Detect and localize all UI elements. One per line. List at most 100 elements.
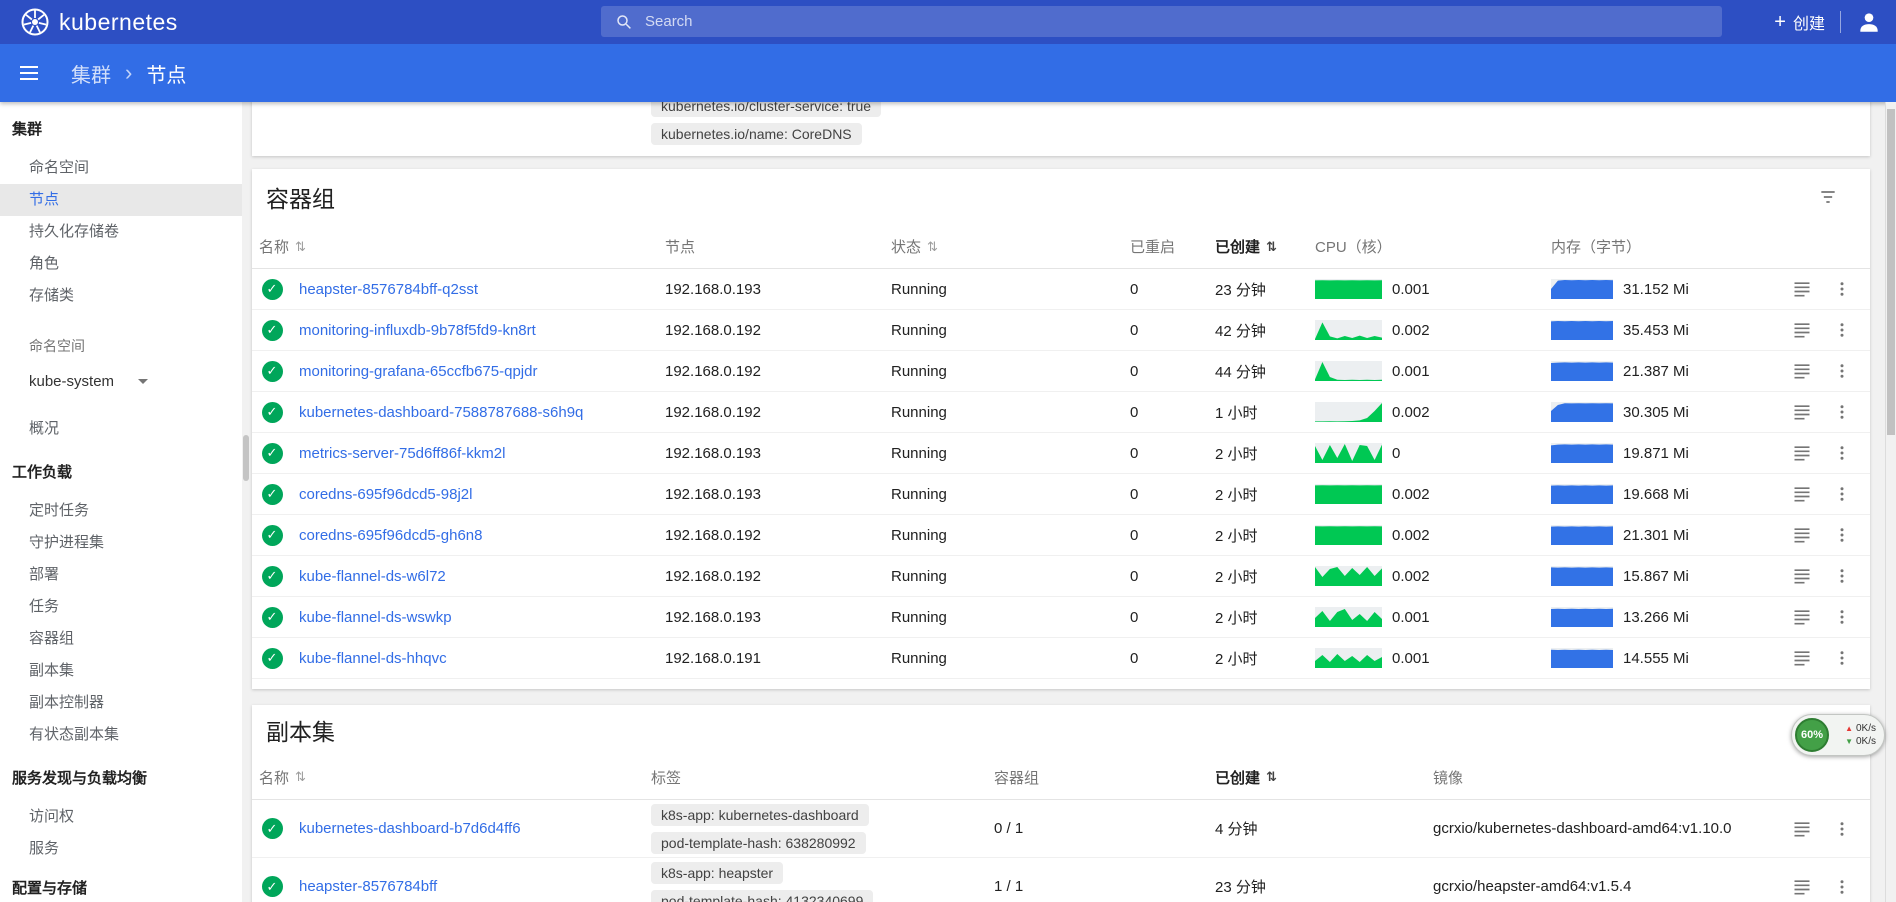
sidebar-item-services[interactable]: 服务 [0,833,242,865]
sidebar-item-pods[interactable]: 容器组 [0,623,242,655]
pod-name-link[interactable]: coredns-695f96dcd5-98j2l [292,486,658,503]
logs-icon[interactable] [1782,525,1822,545]
table-row[interactable]: ✓ kubernetes-dashboard-b7d6d4ff6 k8s-app… [252,800,1870,858]
table-row[interactable]: ✓ coredns-695f96dcd5-gh6n8 192.168.0.192… [252,515,1870,556]
logs-icon[interactable] [1782,566,1822,586]
search-bar[interactable] [601,6,1722,37]
row-menu-kebab-icon[interactable] [1822,567,1862,585]
table-row[interactable]: ✓ kube-flannel-ds-hhqvc 192.168.0.191 Ru… [252,638,1870,679]
create-button[interactable]: + 创建 [1774,10,1825,34]
pod-name-link[interactable]: coredns-695f96dcd5-gh6n8 [292,527,658,544]
table-row[interactable]: ✓ kubernetes-dashboard-7588787688-s6h9q … [252,392,1870,433]
filter-icon[interactable] [1818,187,1838,207]
replicaset-pods: 0 / 1 [987,820,1208,837]
row-menu-kebab-icon[interactable] [1822,878,1862,896]
pod-name-link[interactable]: monitoring-grafana-65ccfb675-qpjdr [292,363,658,380]
logs-icon[interactable] [1782,819,1822,839]
sidebar-item-nodes[interactable]: 节点 [0,184,242,216]
pod-name-link[interactable]: kubernetes-dashboard-7588787688-s6h9q [292,404,658,421]
replicaset-name-link[interactable]: heapster-8576784bff [292,878,644,895]
cpu-value: 0.002 [1392,404,1430,421]
sidebar-item-namespaces[interactable]: 命名空间 [0,152,242,184]
status-ok-icon: ✓ [262,320,283,341]
logs-icon[interactable] [1782,402,1822,422]
table-row[interactable]: ✓ heapster-8576784bff-q2sst 192.168.0.19… [252,269,1870,310]
sidebar-item-deployments[interactable]: 部署 [0,559,242,591]
row-menu-kebab-icon[interactable] [1822,321,1862,339]
table-row[interactable]: ✓ metrics-server-75d6ff86f-kkm2l 192.168… [252,433,1870,474]
menu-hamburger-icon[interactable] [17,61,41,85]
column-label: 节点 [665,236,695,257]
speed-monitor-overlay[interactable]: 60% ▲ 0K/s ▼ 0K/s [1791,714,1885,756]
pod-name-link[interactable]: metrics-server-75d6ff86f-kkm2l [292,445,658,462]
cpu-value: 0.001 [1392,363,1430,380]
logs-icon[interactable] [1782,361,1822,381]
sidebar-item-cron-jobs[interactable]: 定时任务 [0,495,242,527]
discovery-section-title: 服务发现与负载均衡 [0,763,242,795]
column-header-node[interactable]: 节点 [658,236,884,257]
search-input[interactable] [643,12,1722,31]
pod-status: Running [884,404,1123,421]
row-menu-kebab-icon[interactable] [1822,362,1862,380]
row-menu-kebab-icon[interactable] [1822,820,1862,838]
row-menu-kebab-icon[interactable] [1822,649,1862,667]
sidebar-item-roles[interactable]: 角色 [0,248,242,280]
table-row[interactable]: ✓ kube-flannel-ds-w6l72 192.168.0.192 Ru… [252,556,1870,597]
replicaset-name-link[interactable]: kubernetes-dashboard-b7d6d4ff6 [292,820,644,837]
row-menu-kebab-icon[interactable] [1822,526,1862,544]
sidebar-item-storage-classes[interactable]: 存储类 [0,280,242,312]
namespace-select[interactable]: kube-system [0,365,242,397]
row-menu-kebab-icon[interactable] [1822,608,1862,626]
pod-name-link[interactable]: monitoring-influxdb-9b78f5fd9-kn8rt [292,322,658,339]
logs-icon[interactable] [1782,607,1822,627]
row-menu-kebab-icon[interactable] [1822,403,1862,421]
sort-icon: ⇅ [1266,239,1277,255]
breadcrumb-cluster[interactable]: 集群 [71,59,111,88]
sidebar-item-persistent-volumes[interactable]: 持久化存储卷 [0,216,242,248]
column-header-restarts[interactable]: 已重启 [1123,236,1208,257]
table-row[interactable]: ✓ coredns-695f96dcd5-98j2l 192.168.0.193… [252,474,1870,515]
table-row[interactable]: ✓ heapster-8576784bff k8s-app: heapsterp… [252,858,1870,902]
memory-sparkline [1551,402,1613,422]
row-menu-kebab-icon[interactable] [1822,444,1862,462]
label-chip: pod-template-hash: 638280992 [651,832,866,854]
table-row[interactable]: ✓ monitoring-influxdb-9b78f5fd9-kn8rt 19… [252,310,1870,351]
row-menu-kebab-icon[interactable] [1822,485,1862,503]
sidebar-item-overview[interactable]: 概况 [0,413,242,445]
pod-name-link[interactable]: kube-flannel-ds-hhqvc [292,650,658,667]
sidebar-item-replica-sets[interactable]: 副本集 [0,655,242,687]
memory-value: 30.305 Mi [1623,404,1689,421]
row-menu-kebab-icon[interactable] [1822,280,1862,298]
logs-icon[interactable] [1782,877,1822,897]
column-header-created[interactable]: 已创建 ⇅ [1208,236,1308,257]
sidebar-item-ingresses[interactable]: 访问权 [0,801,242,833]
column-header-created[interactable]: 已创建 ⇅ [1208,767,1426,788]
vertical-scrollbar[interactable] [1885,102,1896,902]
sidebar-item-jobs[interactable]: 任务 [0,591,242,623]
pod-name-link[interactable]: kube-flannel-ds-wswkp [292,609,658,626]
pod-name-link[interactable]: heapster-8576784bff-q2sst [292,281,658,298]
sidebar-item-stateful-sets[interactable]: 有状态副本集 [0,719,242,751]
sidebar: 集群 命名空间 节点 持久化存储卷 角色 存储类 命名空间 kube-syste… [0,102,242,902]
pod-restarts: 0 [1123,445,1208,462]
percent-badge: 60% [1795,718,1829,752]
vertical-scrollbar-thumb[interactable] [1887,109,1895,435]
pods-card: 容器组 名称 ⇅ 节点 状态 ⇅ [252,169,1870,689]
column-header-name[interactable]: 名称 ⇅ [252,767,644,788]
logs-icon[interactable] [1782,484,1822,504]
logs-icon[interactable] [1782,279,1822,299]
table-row[interactable]: ✓ monitoring-grafana-65ccfb675-qpjdr 192… [252,351,1870,392]
sidebar-item-daemon-sets[interactable]: 守护进程集 [0,527,242,559]
logs-icon[interactable] [1782,443,1822,463]
brand[interactable]: kubernetes [20,0,178,44]
sidebar-scrollbar-thumb[interactable] [243,435,249,481]
sidebar-item-replication-controllers[interactable]: 副本控制器 [0,687,242,719]
logs-icon[interactable] [1782,320,1822,340]
logs-icon[interactable] [1782,648,1822,668]
column-header-name[interactable]: 名称 ⇅ [252,236,658,257]
column-header-status[interactable]: 状态 ⇅ [884,236,1123,257]
user-account-icon[interactable] [1856,9,1882,35]
table-row[interactable]: ✓ kube-flannel-ds-wswkp 192.168.0.193 Ru… [252,597,1870,638]
pod-name-link[interactable]: kube-flannel-ds-w6l72 [292,568,658,585]
namespace-label: 命名空间 [0,330,242,362]
